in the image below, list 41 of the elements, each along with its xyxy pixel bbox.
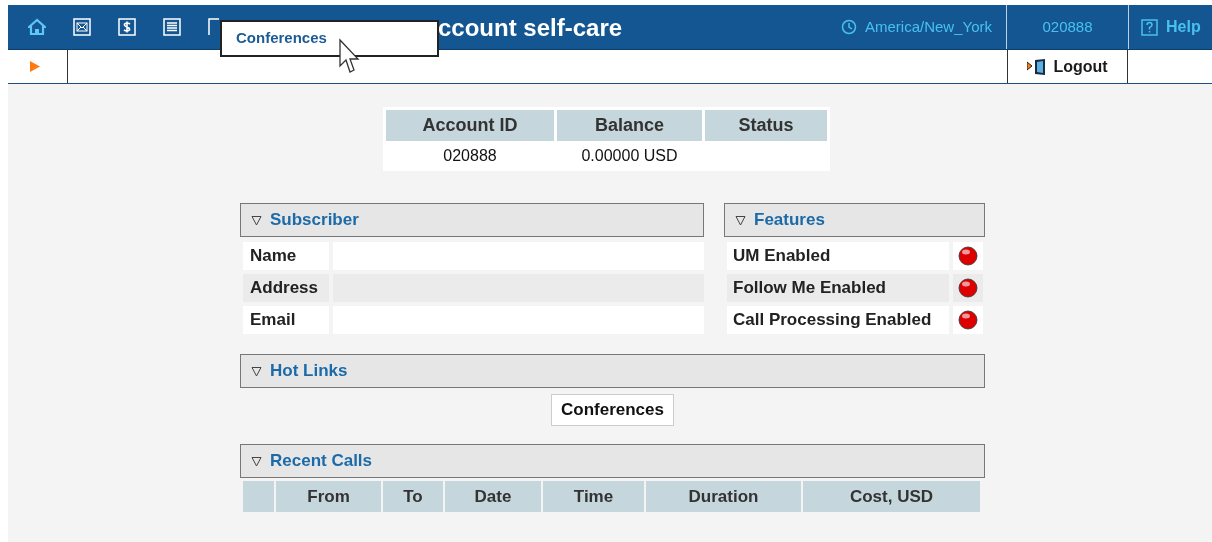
logout-button[interactable]: Logout [1007,50,1128,83]
door-icon [1027,57,1048,76]
feature-label: Call Processing Enabled [727,306,949,334]
table-cell: 020888 [443,147,497,164]
column-header [243,481,274,512]
clock-icon [841,19,857,35]
feature-label: UM Enabled [727,242,949,270]
help-icon[interactable] [1141,18,1158,36]
timezone-link[interactable]: America/New_York [865,15,992,39]
section-header[interactable]: Hot Links [240,354,985,388]
feature-label: Follow Me Enabled [727,274,949,302]
section-header[interactable]: Recent Calls [240,444,985,478]
section-header[interactable]: Features [724,203,985,237]
column-header: Status [705,110,827,141]
field-label: Email [243,306,329,334]
column-header: To [383,481,443,512]
column-header: From [276,481,381,512]
column-header: Date [445,481,541,512]
page-title: ccount self-care [437,13,623,43]
section-header[interactable]: Subscriber [240,203,704,237]
section-title: Hot Links [270,360,348,383]
help-link[interactable]: Help [1166,15,1201,39]
envelope-icon[interactable] [73,18,91,36]
field-label: Name [243,242,329,270]
table-cell: 0.00000 USD [581,147,678,164]
play-icon[interactable] [30,61,40,72]
dollar-icon[interactable] [118,18,136,36]
column-header: Time [543,481,644,512]
column-header: Balance [557,110,702,141]
home-icon[interactable] [28,18,46,36]
link-button[interactable]: Conferences [551,394,674,426]
column-header: Account ID [386,110,554,141]
section-title: Recent Calls [270,450,373,473]
list-icon[interactable] [163,18,181,36]
section-title: Subscriber [270,209,359,232]
document-icon[interactable] [208,18,220,36]
section-title: Features [754,209,825,232]
field-label: Address [243,274,329,302]
column-header: Duration [646,481,801,512]
column-header: Cost, USD [803,481,980,512]
account-number[interactable]: 020888 [1006,5,1128,49]
